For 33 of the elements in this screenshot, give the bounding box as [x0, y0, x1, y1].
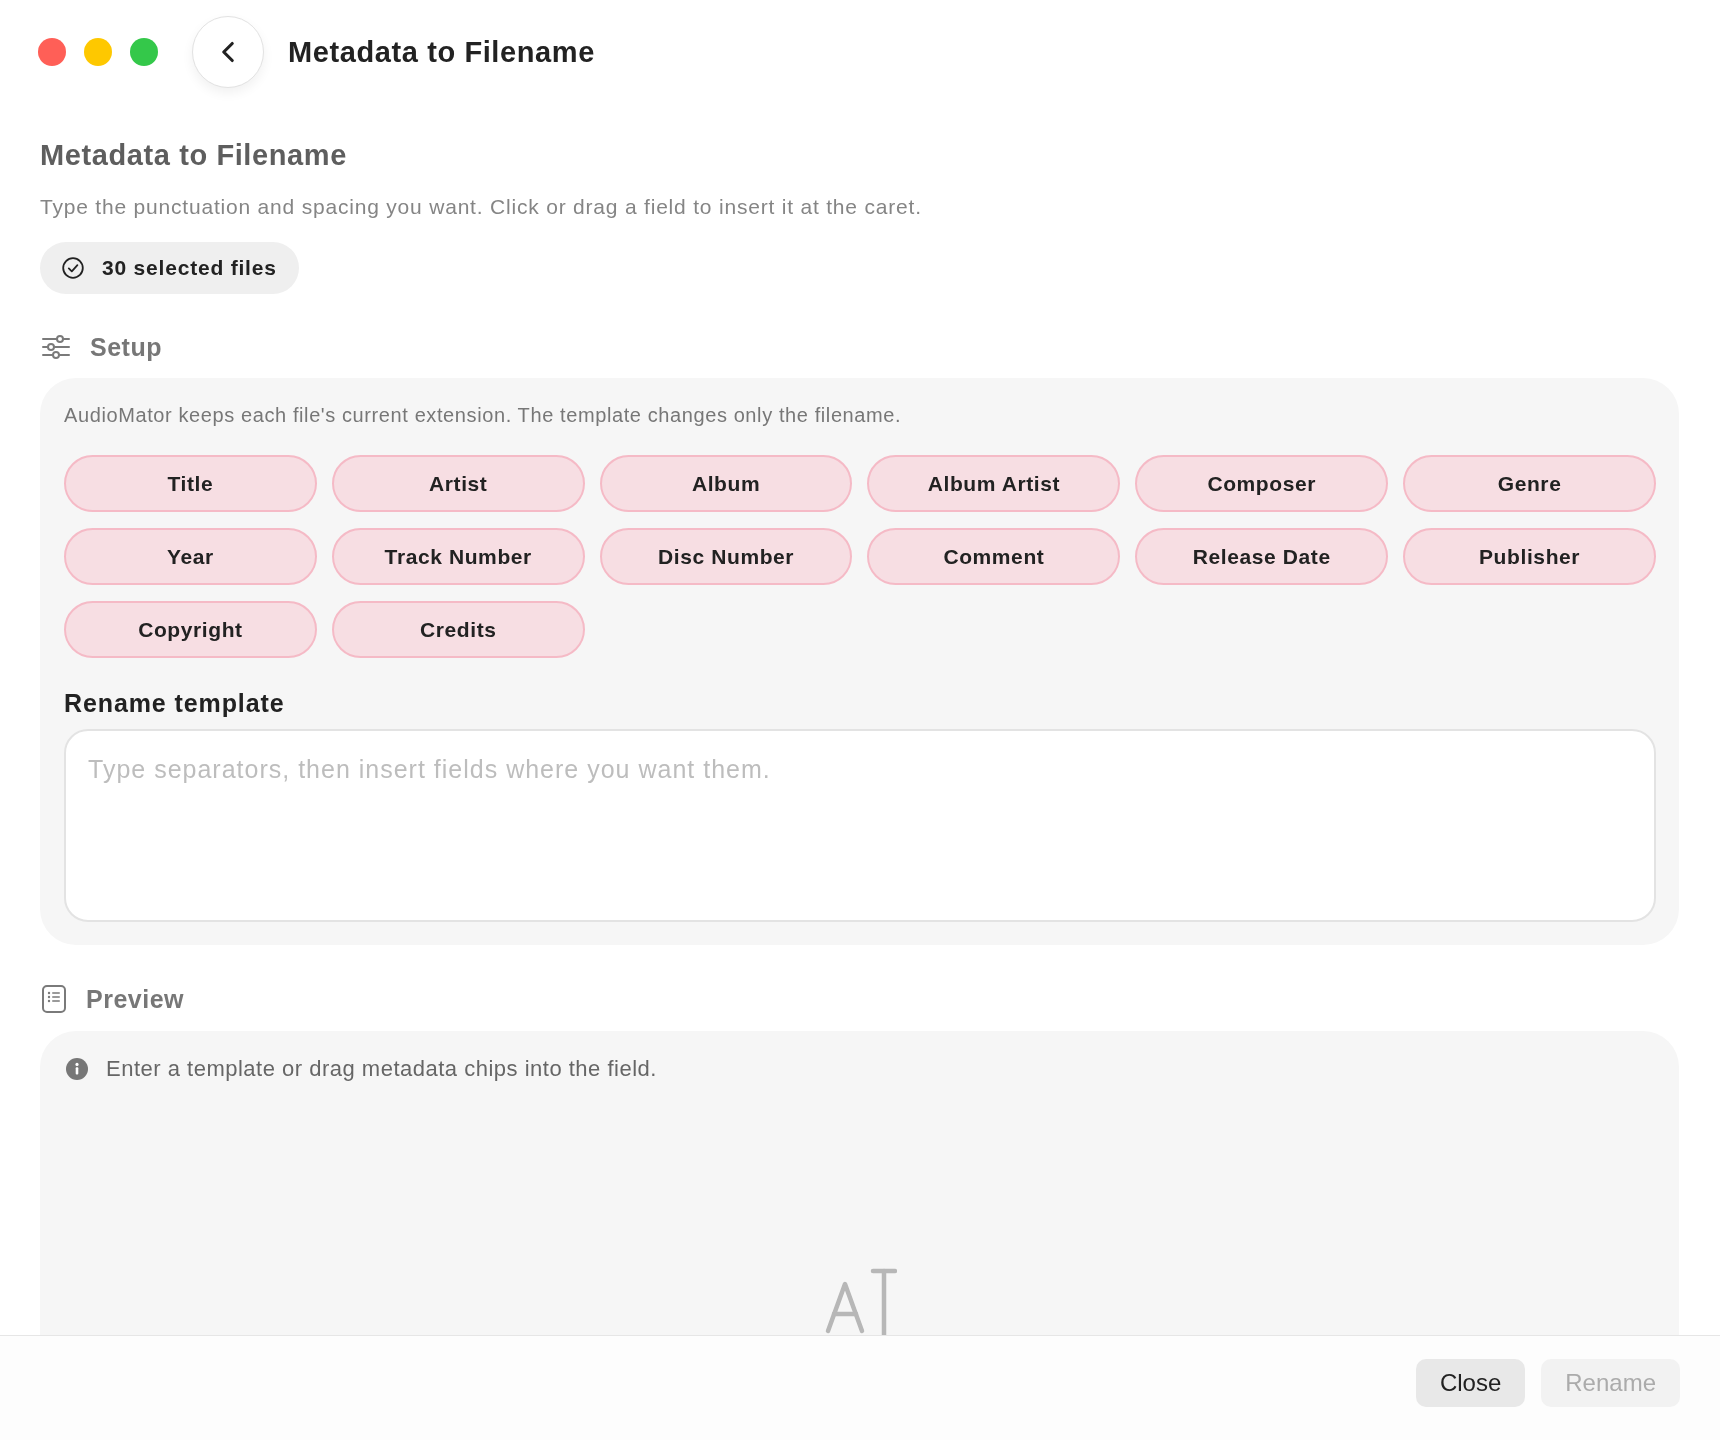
- metadata-chip[interactable]: Release Date: [1135, 528, 1389, 585]
- metadata-chip[interactable]: Year: [64, 528, 317, 585]
- metadata-chip[interactable]: Track Number: [331, 528, 585, 585]
- sliders-icon: [42, 335, 70, 359]
- page-description: Type the punctuation and spacing you want. Click or drag a field to insert it at the caret.: [40, 194, 923, 220]
- metadata-chip[interactable]: Album Artist: [867, 455, 1121, 512]
- window-zoom-button[interactable]: [130, 38, 158, 66]
- metadata-chip[interactable]: Credits: [331, 601, 585, 658]
- window-close-button[interactable]: [38, 38, 66, 66]
- window-title: Metadata to Filename: [288, 35, 595, 69]
- metadata-chip[interactable]: Title: [64, 455, 317, 512]
- template-label: Rename template: [64, 688, 286, 718]
- window-minimize-button[interactable]: [84, 38, 112, 66]
- section-heading: Setup: [90, 332, 162, 362]
- metadata-chip[interactable]: Publisher: [1403, 528, 1656, 585]
- close-button[interactable]: Close: [1415, 1359, 1526, 1407]
- text-insert-icon: [824, 1268, 897, 1335]
- metadata-chip[interactable]: Copyright: [64, 601, 317, 658]
- section-heading: Preview: [86, 984, 184, 1014]
- preview-message: Enter a template or drag metadata chips into the field.: [106, 1056, 657, 1082]
- metadata-chip[interactable]: Comment: [867, 528, 1121, 585]
- page-title: Metadata to Filename: [40, 138, 348, 172]
- info-icon: [66, 1058, 88, 1080]
- metadata-chip[interactable]: Artist: [331, 455, 585, 512]
- metadata-chip[interactable]: Album: [599, 455, 853, 512]
- check-circle-icon: [62, 257, 84, 279]
- metadata-chip[interactable]: Genre: [1403, 455, 1656, 512]
- document-list-icon: [42, 985, 66, 1013]
- metadata-chip[interactable]: Disc Number: [599, 528, 853, 585]
- metadata-chip[interactable]: Composer: [1135, 455, 1389, 512]
- setup-note: AudioMator keeps each file's current extension. The template changes only the filename.: [64, 403, 903, 427]
- template-field[interactable]: Type separators, then insert fields where you want them.: [64, 729, 1656, 922]
- selection-count: 30 selected files: [102, 256, 277, 280]
